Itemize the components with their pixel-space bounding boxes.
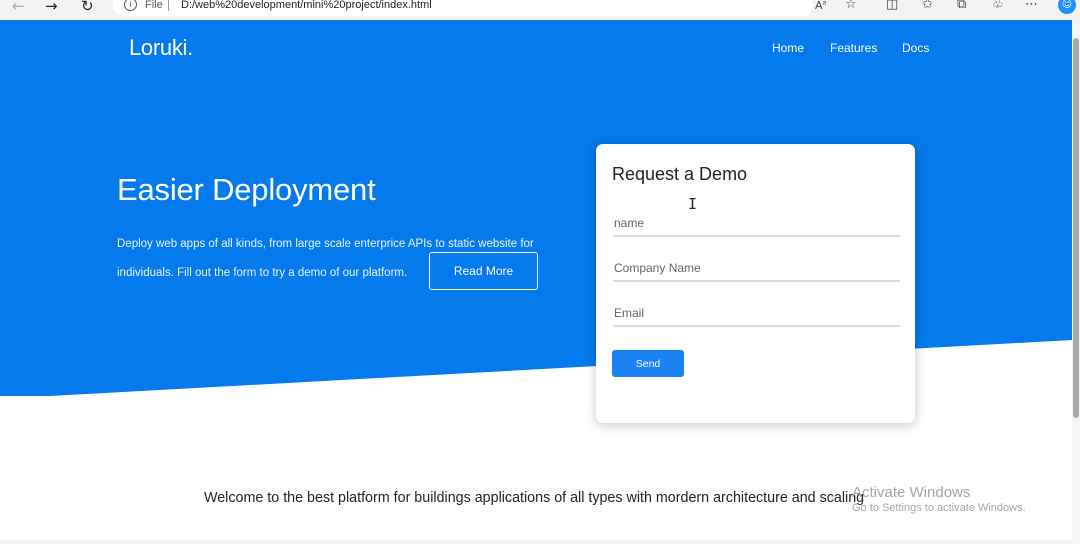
more-icon[interactable]: ⋯ (1025, 0, 1038, 12)
text-cursor-icon: I (688, 195, 698, 213)
favorites-icon[interactable]: ✩ (922, 0, 933, 12)
activate-windows-watermark: Activate Windows Go to Settings to activ… (852, 484, 1026, 514)
address-separator (168, 0, 169, 11)
page-viewport: Loruki. Home Features Docs Easier Deploy… (0, 20, 1072, 540)
collections-icon[interactable]: ⧉ (957, 0, 966, 12)
site-logo[interactable]: Loruki. (129, 35, 193, 61)
name-field[interactable] (613, 211, 900, 237)
nav-home[interactable]: Home (772, 41, 804, 55)
send-button[interactable]: Send (612, 350, 684, 377)
nav-features[interactable]: Features (830, 41, 877, 55)
file-label: File (145, 0, 163, 11)
read-more-button[interactable]: Read More (429, 252, 538, 290)
scrollbar-thumb[interactable] (1073, 38, 1079, 418)
read-aloud-icon[interactable]: Aa (815, 0, 826, 12)
email-field[interactable] (613, 301, 900, 327)
split-screen-icon[interactable]: ◫ (886, 0, 898, 12)
hero-title: Easier Deployment (117, 172, 376, 207)
nav-docs[interactable]: Docs (902, 41, 929, 55)
star-icon[interactable]: ☆ (845, 0, 857, 12)
extensions-icon[interactable]: ♧ (992, 0, 1004, 12)
reload-icon[interactable]: ↻ (81, 0, 94, 14)
watermark-subtitle: Go to Settings to activate Windows. (852, 502, 1026, 514)
profile-icon[interactable]: ☺ (1058, 0, 1076, 14)
company-name-field[interactable] (613, 256, 900, 282)
browser-toolbar: ← → ↻ i File D:/web%20development/mini%2… (0, 0, 1080, 21)
forward-arrow-icon[interactable]: → (45, 0, 58, 14)
vertical-scrollbar[interactable] (1072, 20, 1080, 544)
welcome-text: Welcome to the best platform for buildin… (204, 490, 865, 506)
url-text[interactable]: D:/web%20development/mini%20project/inde… (181, 0, 432, 11)
watermark-title: Activate Windows (852, 484, 971, 501)
back-arrow-icon[interactable]: ← (12, 0, 25, 14)
demo-request-form: Request a Demo Send (596, 144, 915, 423)
form-title: Request a Demo (612, 164, 748, 184)
